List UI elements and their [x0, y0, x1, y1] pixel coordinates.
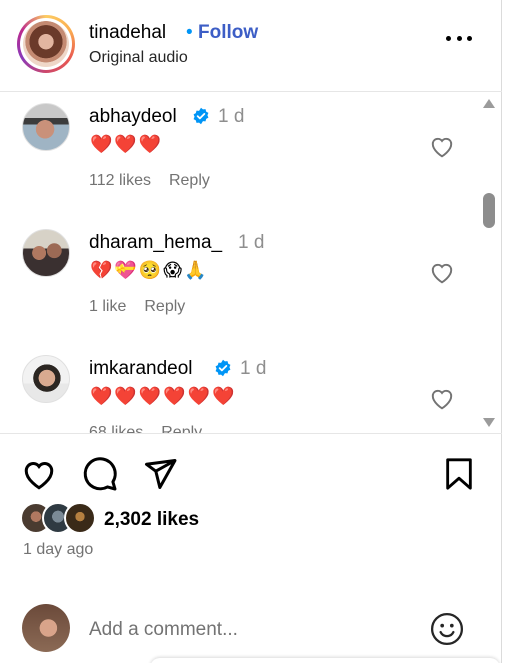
- comment-item: dharam_hema_ 1 d 💔💝🥺😱🙏 1 like Reply: [0, 223, 478, 333]
- bottom-sheet-edge: [150, 658, 500, 663]
- likes-count[interactable]: 2,302 likes: [104, 509, 199, 531]
- audio-label[interactable]: Original audio: [89, 49, 188, 67]
- post-timestamp[interactable]: 1 day ago: [23, 541, 93, 559]
- separator-dot: •: [186, 22, 193, 43]
- comment-item: imkarandeol 1 d ❤️❤️❤️❤️❤️❤️ 68 likes Rep…: [0, 349, 478, 433]
- post-header: tinadehal • Follow Original audio: [0, 0, 502, 92]
- comment-meta: 1 like Reply: [89, 298, 185, 316]
- comment-item: abhaydeol 1 d ❤️❤️❤️ 112 likes Reply: [0, 97, 478, 207]
- scroll-down-icon[interactable]: [483, 418, 495, 427]
- reply-button[interactable]: Reply: [144, 298, 185, 315]
- comment-time: 1 d: [238, 232, 265, 253]
- smile-icon[interactable]: [430, 612, 464, 646]
- comments-list[interactable]: abhaydeol 1 d ❤️❤️❤️ 112 likes Reply dhar…: [0, 93, 502, 434]
- reply-button[interactable]: Reply: [161, 424, 202, 433]
- avatar[interactable]: [22, 355, 70, 403]
- scroll-thumb[interactable]: [483, 193, 495, 228]
- comment-input[interactable]: [89, 616, 409, 644]
- comment-text: ❤️❤️❤️❤️❤️❤️: [90, 386, 237, 406]
- comment-meta: 68 likes Reply: [89, 424, 202, 433]
- story-ring[interactable]: [17, 15, 75, 73]
- verified-badge-icon: [215, 359, 231, 377]
- avatar[interactable]: [22, 103, 70, 151]
- author-avatar: [23, 21, 69, 67]
- heart-icon[interactable]: [21, 457, 57, 490]
- comment-likes[interactable]: 112 likes: [89, 172, 151, 189]
- avatar: [64, 502, 96, 534]
- comment-username[interactable]: abhaydeol: [89, 106, 177, 128]
- comment-likes[interactable]: 68 likes: [89, 424, 143, 433]
- comment-icon[interactable]: [82, 456, 118, 492]
- heart-icon[interactable]: [429, 260, 455, 284]
- reply-button[interactable]: Reply: [169, 172, 210, 189]
- comment-username[interactable]: dharam_hema_: [89, 232, 222, 254]
- comment-text: ❤️❤️❤️: [90, 134, 164, 154]
- comment-composer: [0, 590, 502, 663]
- verified-badge-icon: [193, 107, 209, 125]
- follow-button[interactable]: Follow: [198, 22, 258, 44]
- bookmark-icon[interactable]: [444, 457, 474, 491]
- more-horizontal-icon[interactable]: [446, 36, 472, 54]
- heart-icon[interactable]: [429, 134, 455, 158]
- comment-time: 1 d: [240, 358, 267, 379]
- author-username[interactable]: tinadehal: [89, 22, 166, 44]
- comment-time: 1 d: [218, 106, 245, 127]
- avatar: [22, 604, 70, 652]
- comment-meta: 112 likes Reply: [89, 172, 210, 190]
- avatar[interactable]: [22, 229, 70, 277]
- comment-likes[interactable]: 1 like: [89, 298, 126, 315]
- comments-scrollbar[interactable]: [480, 93, 498, 434]
- share-icon[interactable]: [142, 456, 178, 492]
- comment-username[interactable]: imkarandeol: [89, 358, 193, 380]
- comment-text: 💔💝🥺😱🙏: [90, 260, 209, 280]
- heart-icon[interactable]: [429, 386, 455, 410]
- scroll-up-icon[interactable]: [483, 99, 495, 108]
